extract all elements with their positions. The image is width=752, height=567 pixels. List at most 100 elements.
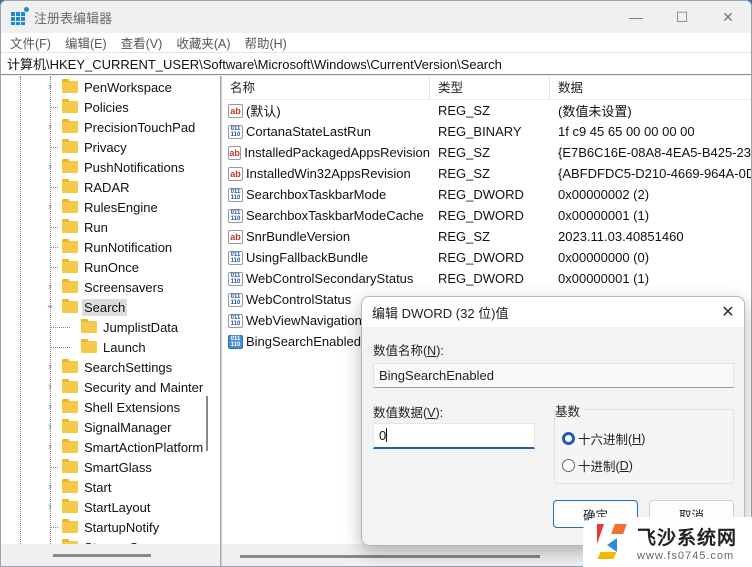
tree-item-label[interactable]: SmartGlass (82, 459, 154, 476)
tree-item[interactable]: › Screensavers (44, 277, 165, 297)
address-path[interactable]: 计算机\HKEY_CURRENT_USER\Software\Microsoft… (7, 54, 502, 73)
tree-item-label[interactable]: Shell Extensions (82, 399, 182, 416)
tree-item-label[interactable]: Privacy (82, 139, 129, 156)
tree-item[interactable]: RunNotification (44, 237, 174, 257)
value-name-cell[interactable]: 011 110 SearchboxTaskbarModeCache (222, 208, 430, 223)
tree-scroll-thumb[interactable] (53, 554, 151, 557)
tree-item[interactable]: Launch (63, 337, 148, 357)
chevron-right-icon[interactable]: › (44, 501, 56, 513)
list-scroll-thumb[interactable] (240, 555, 540, 558)
tree-item-label[interactable]: Search (82, 298, 128, 316)
tree-item[interactable]: › PushNotifications (44, 157, 186, 177)
tree-item[interactable]: › Shell Extensions (44, 397, 182, 417)
value-row[interactable]: 011 110 SearchboxTaskbarMode REG_DWORD 0x000… (222, 184, 751, 205)
column-type[interactable]: 类型 (430, 76, 550, 100)
radio-decimal[interactable]: 十进制(D) (562, 456, 633, 475)
tree-item[interactable]: › PrecisionTouchPad (44, 117, 197, 137)
tree-item[interactable]: › StartLayout (44, 497, 153, 517)
tree-item-label[interactable]: SearchSettings (82, 359, 174, 376)
tree-item-label[interactable]: Launch (101, 339, 148, 356)
tree-item[interactable]: › SmartActionPlatform (44, 437, 205, 457)
value-row[interactable]: ab InstalledPackagedAppsRevision REG_SZ {E7… (222, 142, 751, 163)
radio-unchecked-icon[interactable] (562, 459, 575, 472)
tree-item-label[interactable]: SignalManager (82, 419, 173, 436)
tree-item-label[interactable]: RADAR (82, 179, 132, 196)
menu-help[interactable]: 帮助(H) (244, 33, 286, 52)
tree-item-label[interactable]: RunNotification (82, 239, 174, 256)
value-type-cell: REG_SZ (438, 103, 491, 118)
tree-item[interactable]: › SearchSettings (44, 357, 174, 377)
tree-item-label[interactable]: JumplistData (101, 319, 180, 336)
tree-item[interactable]: › SignalManager (44, 417, 173, 437)
chevron-right-icon[interactable]: › (44, 401, 56, 413)
value-name-cell[interactable]: 011 110 WebControlSecondaryStatus (222, 271, 430, 286)
close-button[interactable]: ✕ (705, 1, 751, 33)
tree-item[interactable]: RunOnce (44, 257, 141, 277)
value-data-input[interactable]: 0 (373, 423, 535, 449)
menu-edit[interactable]: 编辑(E) (65, 33, 107, 52)
radio-hexadecimal[interactable]: 十六进制(H) (562, 429, 645, 448)
maximize-button[interactable]: ☐ (659, 1, 705, 33)
radio-checked-icon[interactable] (562, 432, 575, 445)
menu-file[interactable]: 文件(F) (10, 33, 51, 52)
value-row[interactable]: ab (默认) REG_SZ (数值未设置) (222, 100, 751, 121)
tree-item-label[interactable]: RulesEngine (82, 199, 160, 216)
value-name-cell[interactable]: ab SnrBundleVersion (222, 229, 430, 244)
column-data[interactable]: 数据 (550, 76, 751, 100)
value-name-cell[interactable]: ab InstalledWin32AppsRevision (222, 166, 430, 181)
tree-item-label[interactable]: RunOnce (82, 259, 141, 276)
value-row[interactable]: 011 110 WebControlSecondaryStatus REG_DWORD… (222, 268, 751, 289)
value-row[interactable]: 011 110 SearchboxTaskbarModeCache REG_DWORD… (222, 205, 751, 226)
chevron-right-icon[interactable]: › (44, 281, 56, 293)
menu-view[interactable]: 查看(V) (121, 33, 163, 52)
value-row[interactable]: 011 110 UsingFallbackBundle REG_DWORD 0x0000… (222, 247, 751, 268)
tree-item-label[interactable]: Screensavers (82, 279, 165, 296)
value-row[interactable]: ab SnrBundleVersion REG_SZ 2023.11.03.40851… (222, 226, 751, 247)
tree-item[interactable]: StartupNotify (44, 517, 161, 537)
chevron-down-icon[interactable]: ⌄ (44, 298, 56, 311)
value-name-cell[interactable]: ab InstalledPackagedAppsRevision (222, 145, 430, 160)
chevron-right-icon[interactable]: › (44, 361, 56, 373)
tree-horizontal-scrollbar[interactable] (1, 544, 220, 566)
tree-item-label[interactable]: PushNotifications (82, 159, 186, 176)
chevron-right-icon[interactable]: › (44, 421, 56, 433)
tree-item[interactable]: › PenWorkspace (44, 77, 174, 97)
registry-tree[interactable]: › PenWorkspace Policies › PrecisionTouchPad P… (1, 76, 221, 566)
value-name-field[interactable]: BingSearchEnabled (373, 363, 734, 388)
chevron-right-icon[interactable]: › (44, 381, 56, 393)
tree-item-label[interactable]: Policies (82, 99, 131, 116)
chevron-right-icon[interactable]: › (44, 481, 56, 493)
tree-item-label[interactable]: StartupNotify (82, 519, 161, 536)
chevron-right-icon[interactable]: › (44, 201, 56, 213)
value-row[interactable]: 011 110 CortanaStateLastRun REG_BINARY 1f c9… (222, 121, 751, 142)
tree-item-label[interactable]: Start (82, 479, 113, 496)
tree-item-label[interactable]: Security and Mainter (82, 379, 205, 396)
value-name-cell[interactable]: 011 110 SearchboxTaskbarMode (222, 187, 430, 202)
value-name-cell[interactable]: 011 110 UsingFallbackBundle (222, 250, 430, 265)
chevron-right-icon[interactable]: › (44, 121, 56, 133)
value-row[interactable]: ab InstalledWin32AppsRevision REG_SZ {ABFDF… (222, 163, 751, 184)
tree-item[interactable]: › Security and Mainter (44, 377, 205, 397)
chevron-right-icon[interactable]: › (44, 441, 56, 453)
tree-item[interactable]: › Start (44, 477, 113, 497)
tree-item-label[interactable]: PenWorkspace (82, 79, 174, 96)
tree-item[interactable]: ⌄ Search (44, 297, 128, 317)
tree-item-label[interactable]: Run (82, 219, 110, 236)
value-name-cell[interactable]: 011 110 CortanaStateLastRun (222, 124, 430, 139)
menu-favorites[interactable]: 收藏夹(A) (176, 33, 230, 52)
tree-item-label[interactable]: PrecisionTouchPad (82, 119, 197, 136)
column-name[interactable]: 名称 (222, 76, 430, 100)
dialog-close-button[interactable]: ✕ (712, 302, 744, 322)
tree-item-label[interactable]: SmartActionPlatform (82, 439, 205, 456)
tree-item[interactable]: JumplistData (63, 317, 180, 337)
chevron-right-icon[interactable]: › (44, 81, 56, 93)
tree-item-label[interactable]: StartLayout (82, 499, 153, 516)
tree-item[interactable]: › RulesEngine (44, 197, 160, 217)
chevron-right-icon[interactable]: › (44, 161, 56, 173)
address-bar[interactable]: 计算机\HKEY_CURRENT_USER\Software\Microsoft… (1, 52, 751, 75)
tree-item[interactable]: SmartGlass (44, 457, 154, 477)
minimize-button[interactable]: — (613, 1, 659, 33)
value-name-cell[interactable]: ab (默认) (222, 101, 430, 120)
tree-vertical-scrollbar[interactable] (206, 396, 208, 451)
value-data-cell: 0x00000001 (1) (558, 208, 650, 223)
